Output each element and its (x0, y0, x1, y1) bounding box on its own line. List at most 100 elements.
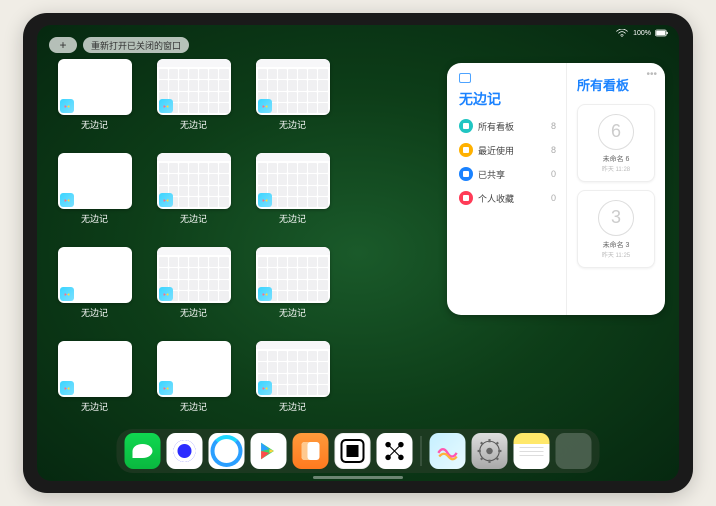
board-sublabel: 昨天 11:25 (602, 250, 630, 259)
filter-label: 已共享 (478, 168, 505, 181)
window-preview (157, 59, 231, 115)
window-label: 无边记 (180, 118, 207, 131)
window-thumbnail[interactable]: 无边记 (150, 341, 237, 427)
window-label: 无边记 (279, 212, 306, 225)
freeform-icon[interactable] (430, 433, 466, 469)
filter-item[interactable]: 所有看板 8 (459, 119, 556, 133)
books-icon[interactable] (293, 433, 329, 469)
board-icon (459, 73, 471, 83)
window-preview (256, 341, 330, 397)
status-bar: 100% (615, 29, 669, 37)
play-store-icon[interactable] (251, 433, 287, 469)
freeform-app-badge-icon (258, 381, 272, 395)
notes-icon[interactable] (514, 433, 550, 469)
widget-right-title: 所有看板 (577, 75, 655, 94)
freeform-app-badge-icon (60, 381, 74, 395)
filter-label: 个人收藏 (478, 192, 514, 205)
freeform-app-badge-icon (60, 193, 74, 207)
board-sketch: 6 (598, 114, 634, 150)
filter-count: 0 (551, 169, 556, 179)
windows-grid: 无边记无边记无边记无边记无边记无边记无边记无边记无边记无边记无边记无边记 (51, 59, 435, 427)
widget-content: 所有看板 6未命名 6昨天 11:283未命名 3昨天 11:25 (567, 63, 665, 315)
window-preview (256, 153, 330, 209)
filter-count: 8 (551, 145, 556, 155)
window-thumbnail[interactable]: 无边记 (249, 59, 336, 145)
battery-icon (655, 29, 669, 37)
filter-icon (459, 167, 473, 181)
window-label: 无边记 (279, 118, 306, 131)
board-card[interactable]: 6 未命名 6昨天 11:28 (577, 104, 655, 182)
filter-icon (459, 191, 473, 205)
window-thumbnail[interactable]: 无边记 (249, 341, 336, 427)
window-preview (58, 59, 132, 115)
window-thumbnail[interactable]: 无边记 (51, 341, 138, 427)
app-folder-icon[interactable] (556, 433, 592, 469)
window-thumbnail[interactable]: 无边记 (51, 59, 138, 145)
ipad-frame: 100% + 重新打开已关闭的窗口 无边记无边记无边记无边记无边记无边记无边记无… (23, 13, 693, 493)
filter-item[interactable]: 个人收藏 0 (459, 191, 556, 205)
freeform-app-badge-icon (258, 193, 272, 207)
window-label: 无边记 (81, 306, 108, 319)
dock-separator (421, 436, 422, 466)
filter-item[interactable]: 最近使用 8 (459, 143, 556, 157)
settings-icon[interactable] (472, 433, 508, 469)
widget-sidebar: 无边记 所有看板 8 最近使用 8 已共享 0 个人收藏 0 (447, 63, 567, 315)
app-switcher-area: 无边记无边记无边记无边记无边记无边记无边记无边记无边记无边记无边记无边记 •••… (51, 59, 665, 427)
freeform-app-badge-icon (159, 193, 173, 207)
window-preview (157, 153, 231, 209)
window-preview (58, 341, 132, 397)
widget-title: 无边记 (459, 89, 556, 109)
board-label: 未命名 6 (603, 154, 630, 164)
filter-list: 所有看板 8 最近使用 8 已共享 0 个人收藏 0 (459, 119, 556, 205)
qqbrowser-icon[interactable] (209, 433, 245, 469)
filter-count: 0 (551, 193, 556, 203)
reopen-closed-window-button[interactable]: 重新打开已关闭的窗口 (83, 37, 189, 53)
battery-percent: 100% (633, 30, 651, 37)
filter-item[interactable]: 已共享 0 (459, 167, 556, 181)
home-indicator[interactable] (313, 476, 403, 479)
window-label: 无边记 (279, 400, 306, 413)
board-sublabel: 昨天 11:28 (602, 164, 630, 173)
window-label: 无边记 (180, 306, 207, 319)
window-label: 无边记 (180, 400, 207, 413)
filter-count: 8 (551, 121, 556, 131)
widget-more-icon[interactable]: ••• (646, 69, 657, 80)
boards-list: 6未命名 6昨天 11:283未命名 3昨天 11:25 (577, 104, 655, 268)
quark-icon[interactable] (167, 433, 203, 469)
window-thumbnail[interactable]: 无边记 (150, 153, 237, 239)
board-sketch: 3 (598, 200, 634, 236)
window-thumbnail[interactable]: 无边记 (51, 153, 138, 239)
dice-icon[interactable] (335, 433, 371, 469)
window-thumbnail[interactable]: 无边记 (249, 247, 336, 333)
new-window-button[interactable]: + (49, 37, 77, 53)
topbar: + 重新打开已关闭的窗口 (49, 37, 189, 53)
freeform-app-badge-icon (258, 99, 272, 113)
network-icon[interactable] (377, 433, 413, 469)
window-thumbnail[interactable]: 无边记 (51, 247, 138, 333)
window-thumbnail[interactable]: 无边记 (249, 153, 336, 239)
window-preview (157, 247, 231, 303)
freeform-app-badge-icon (258, 287, 272, 301)
filter-icon (459, 119, 473, 133)
freeform-widget[interactable]: ••• 无边记 所有看板8最近使用8已共享0个人收藏0 所有看板 6未命名 6昨… (447, 63, 665, 315)
filter-label: 所有看板 (478, 120, 514, 133)
window-preview (58, 247, 132, 303)
window-thumbnail[interactable]: 无边记 (150, 247, 237, 333)
window-preview (256, 59, 330, 115)
filter-label: 最近使用 (478, 144, 514, 157)
window-label: 无边记 (279, 306, 306, 319)
board-card[interactable]: 3未命名 3昨天 11:25 (577, 190, 655, 268)
window-preview (58, 153, 132, 209)
freeform-app-badge-icon (159, 381, 173, 395)
wifi-icon (615, 29, 629, 37)
freeform-app-badge-icon (60, 287, 74, 301)
window-label: 无边记 (81, 212, 108, 225)
freeform-app-badge-icon (159, 99, 173, 113)
window-thumbnail[interactable]: 无边记 (150, 59, 237, 145)
wechat-icon[interactable] (125, 433, 161, 469)
freeform-app-badge-icon (159, 287, 173, 301)
window-label: 无边记 (81, 400, 108, 413)
window-preview (256, 247, 330, 303)
freeform-app-badge-icon (60, 99, 74, 113)
window-preview (157, 341, 231, 397)
